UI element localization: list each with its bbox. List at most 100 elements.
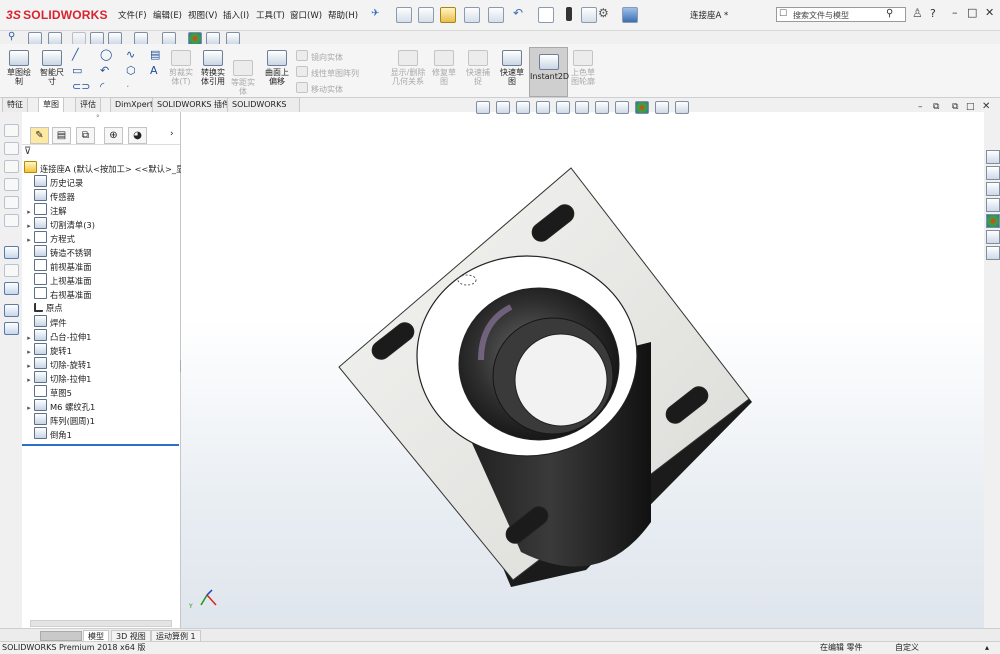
tree-root-part[interactable]: 连接座A (默认<按加工> <<默认>_显示状 <box>24 161 201 175</box>
sheet-metal-icon[interactable] <box>4 246 19 259</box>
base-flange-icon[interactable] <box>4 264 19 277</box>
sketch-button[interactable]: 草图绘 制 <box>5 50 33 86</box>
solidworks-resources-icon[interactable] <box>986 150 1000 164</box>
select-cursor-icon[interactable] <box>538 7 554 26</box>
solidworks-forum-icon[interactable] <box>986 246 1000 260</box>
tab-mbd[interactable]: SOLIDWORKS MBD <box>227 97 300 123</box>
tree-item-weldment[interactable]: 焊件 <box>24 315 67 329</box>
apply-scene-icon[interactable] <box>654 101 669 114</box>
polygon-icon[interactable]: ⬡ <box>126 64 136 77</box>
display-delete-relations-button[interactable]: 显示/删除 几何关系 <box>388 50 428 86</box>
rectangle-icon[interactable]: ▭ <box>72 64 82 77</box>
property-manager-tab-icon[interactable]: ▤ <box>52 127 71 144</box>
tree-item-annotations[interactable]: ▸ 注解 <box>24 203 67 217</box>
gear-icon[interactable]: ⚙ <box>598 6 609 20</box>
shaded-sketch-contours-button[interactable]: 上色草 图轮廓 <box>568 50 598 86</box>
tab-evaluate[interactable]: 评估 <box>75 97 101 112</box>
slot-icon[interactable]: ⊂⊃ <box>72 80 90 93</box>
design-library-icon[interactable] <box>986 166 1000 180</box>
user-icon[interactable]: ♙ <box>912 6 923 20</box>
home-icon[interactable] <box>396 7 412 26</box>
previous-view-icon[interactable] <box>515 101 530 114</box>
gusset-icon[interactable] <box>4 196 19 209</box>
weld-bead-icon[interactable] <box>4 214 19 227</box>
menu-file[interactable]: 文件(F) <box>118 9 147 21</box>
file-explorer-icon[interactable] <box>986 182 1000 196</box>
point-icon[interactable]: · <box>126 80 130 93</box>
menu-help[interactable]: 帮助(H) <box>328 9 358 21</box>
file-properties-icon[interactable] <box>581 7 597 26</box>
menu-edit[interactable]: 编辑(E) <box>153 9 182 21</box>
panel-horizontal-scrollbar[interactable] <box>30 620 172 627</box>
smart-dimension-button[interactable]: 智能尺 寸 <box>37 50 67 86</box>
instant2d-button[interactable]: Instant2D <box>529 47 569 97</box>
convert-entities-button[interactable]: 转换实 体引用 <box>196 50 230 86</box>
search-scope-icon[interactable]: ☐ <box>779 9 787 19</box>
search-commands-icon[interactable]: ⚲ <box>8 31 15 42</box>
dimxpert-manager-tab-icon[interactable]: ⊕ <box>104 127 123 144</box>
menu-view[interactable]: 视图(V) <box>188 9 217 21</box>
circle-icon[interactable]: ◯ <box>100 48 112 61</box>
tree-item-top-plane[interactable]: 上视基准面 <box>24 273 92 287</box>
tree-item-equations[interactable]: ▸ 方程式 <box>24 231 75 245</box>
solidworks-logo[interactable]: 3S SOLIDWORKS <box>6 8 108 22</box>
fold-icon[interactable] <box>4 322 19 335</box>
tree-item-cut-list[interactable]: ▸ 切割清单(3) <box>24 217 95 231</box>
tree-item-circular-pattern1[interactable]: 阵列(圆周)1 <box>24 413 95 427</box>
linear-pattern-button[interactable]: 线性草图阵列 <box>296 66 359 78</box>
menu-tools[interactable]: 工具(T) <box>256 9 285 21</box>
tree-item-material[interactable]: 铸造不锈钢 <box>24 245 92 259</box>
unfold-icon[interactable] <box>4 304 19 317</box>
pin-icon[interactable]: ✈ <box>371 8 379 19</box>
connection-seat-part[interactable] <box>338 167 752 587</box>
search-icon[interactable]: ⚲ <box>886 8 893 19</box>
tree-item-revolve1[interactable]: ▸ 旋转1 <box>24 343 72 357</box>
repair-sketch-button[interactable]: 修复草 图 <box>430 50 458 86</box>
close-button[interactable]: ✕ <box>985 6 994 19</box>
view-orientation-icon[interactable] <box>575 101 590 114</box>
panel-collapse-dot-icon[interactable]: ° <box>96 114 100 122</box>
print-icon[interactable] <box>488 7 504 26</box>
tab-addins[interactable]: SOLIDWORKS 插件 <box>152 97 235 112</box>
fillet-icon[interactable]: ◜ <box>100 80 104 93</box>
zoom-to-fit-icon[interactable] <box>476 101 490 114</box>
view-display-icon[interactable] <box>622 7 638 26</box>
unit-system-selector[interactable]: 自定义 <box>895 642 919 654</box>
minimize-button[interactable]: – <box>952 6 958 19</box>
offset-on-surface-button[interactable]: 曲面上 偏移 <box>262 50 292 86</box>
rollback-bar[interactable] <box>22 444 179 446</box>
edit-appearance-icon[interactable] <box>635 101 649 114</box>
filter-icon[interactable]: ⊽ <box>24 146 31 157</box>
tab-dimxpert[interactable]: DimXpert <box>110 97 159 112</box>
new-document-icon[interactable] <box>418 7 434 26</box>
quick-snaps-button[interactable]: 快速捕 捉 <box>464 50 492 86</box>
text-icon[interactable]: A <box>150 64 158 77</box>
viewport-close-button[interactable]: ✕ <box>982 101 990 112</box>
tab-features[interactable]: 特征 <box>2 97 28 112</box>
structural-member-icon[interactable] <box>4 142 19 155</box>
display-manager-tab-icon[interactable]: ◕ <box>128 127 147 144</box>
traffic-light-icon[interactable] <box>566 7 572 21</box>
plane-icon[interactable]: ▤ <box>150 48 160 61</box>
menu-insert[interactable]: 插入(I) <box>223 9 249 21</box>
mirror-entities-button[interactable]: 镜向实体 <box>296 50 343 62</box>
appearances-scenes-icon[interactable] <box>986 214 1000 228</box>
end-cap-icon[interactable] <box>4 178 19 191</box>
tab-sketch[interactable]: 草图 <box>38 97 64 112</box>
feature-manager-tab-icon[interactable]: ✎ <box>30 127 49 144</box>
custom-properties-icon[interactable] <box>986 230 1000 244</box>
tree-item-boss-extrude1[interactable]: ▸ 凸台-拉伸1 <box>24 329 91 343</box>
dynamic-annotation-icon[interactable] <box>555 101 570 114</box>
tree-item-sensors[interactable]: 传感器 <box>24 189 75 203</box>
undo-icon[interactable]: ↶ <box>513 6 523 20</box>
menu-window[interactable]: 窗口(W) <box>290 9 322 21</box>
weldment-icon[interactable] <box>4 124 19 137</box>
move-entities-button[interactable]: 移动实体 <box>296 82 343 94</box>
view-palette-icon[interactable] <box>986 198 1000 212</box>
rapid-sketch-button[interactable]: 快速草 图 <box>498 50 526 86</box>
zoom-to-area-icon[interactable] <box>495 101 510 114</box>
offset-entities-button[interactable]: 等距实 体 <box>230 60 256 96</box>
arc-icon[interactable]: ↶ <box>100 64 109 77</box>
tree-item-m6-tapped-hole1[interactable]: ▸ M6 螺纹孔1 <box>24 399 95 413</box>
status-expand-icon[interactable]: ▴ <box>985 642 989 654</box>
